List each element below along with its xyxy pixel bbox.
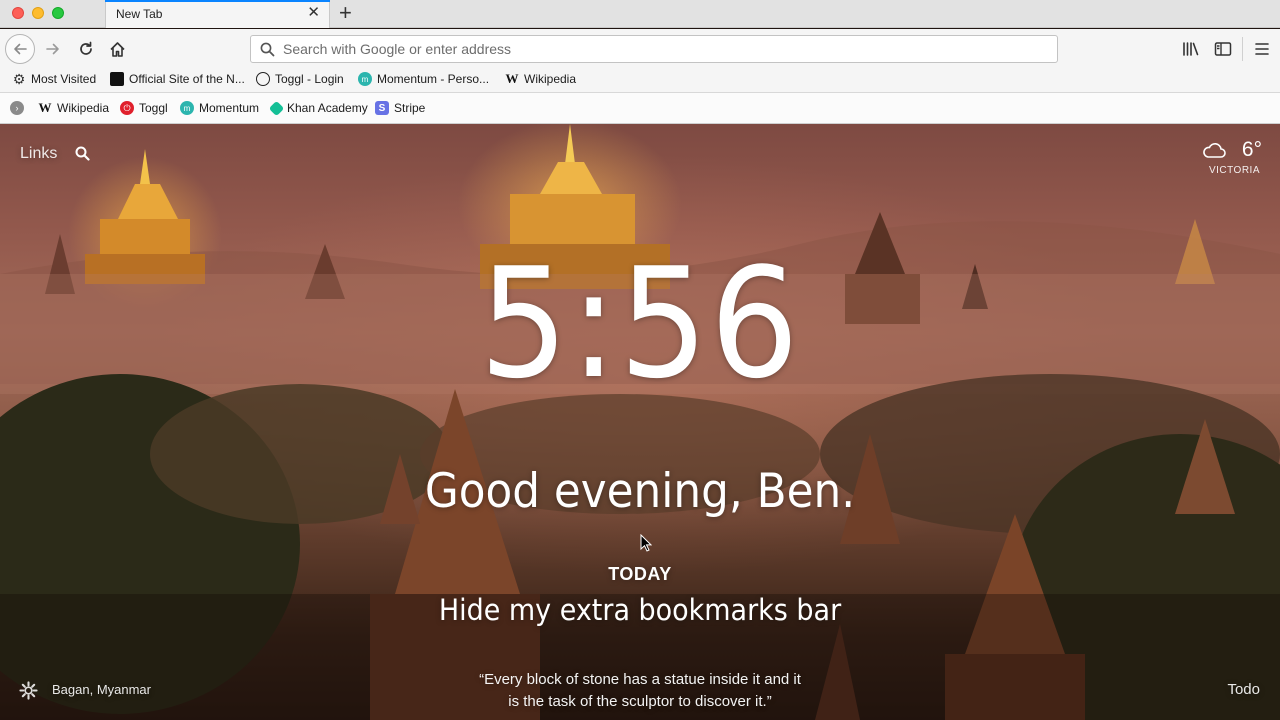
home-button[interactable] [102,34,132,64]
greeting: Good evening, Ben. [424,464,856,519]
library-button[interactable] [1181,39,1201,59]
gear-icon: ⚙ [12,70,26,87]
background-photo [0,124,1280,720]
daily-focus[interactable]: Hide my extra bookmarks bar [45,593,1235,627]
back-button[interactable] [5,34,35,64]
settings-gear-icon[interactable] [19,681,38,700]
search-icon [260,42,275,57]
weather-location: VICTORIA [1208,165,1260,176]
chevron-right-icon: › [10,101,24,115]
bookmark-most-visited[interactable]: ⚙ Most Visited [12,70,97,87]
library-icon [1183,42,1199,56]
menu-button[interactable] [1252,39,1272,59]
bookmark-wikipedia-2[interactable]: W Wikipedia [38,100,110,115]
bookmark-label: Wikipedia [524,72,577,86]
wikipedia-icon: W [38,100,52,115]
globe-icon [256,72,270,86]
nhl-icon [110,72,124,86]
toggl-icon: ⏻ [120,101,134,115]
quote-line: is the task of the sculptor to discover … [508,693,772,710]
todo-button[interactable]: Todo [1227,681,1260,698]
sidebar-button[interactable] [1213,39,1233,59]
extra-bookmarks-bar: › W Wikipedia ⏻ Toggl m Momentum Khan Ac… [0,92,1280,124]
tab-new-tab[interactable]: New Tab ✕ [105,0,330,28]
bookmark-khan-academy[interactable]: Khan Academy [268,100,368,116]
weather-temperature: 6° [1241,138,1262,161]
address-input[interactable] [283,39,1043,59]
links-button[interactable]: Links [20,145,57,163]
bookmark-label: Toggl - Login [275,72,344,86]
bookmark-label: Khan Academy [287,101,368,115]
bookmark-label: Stripe [394,101,426,115]
tab-title: New Tab [116,7,163,21]
bookmark-label: Momentum - Perso... [377,72,490,86]
cloud-icon [1203,143,1226,158]
address-bar[interactable] [250,35,1058,63]
bookmark-toggl[interactable]: ⏻ Toggl [120,101,168,115]
navigation-toolbar [0,29,1280,69]
momentum-icon: m [180,101,194,115]
today-label: TODAY [608,564,672,584]
bookmarks-toolbar: ⚙ Most Visited Official Site of the N...… [0,69,1280,92]
bookmark-label: Toggl [139,101,168,115]
bookmarks-overflow-button[interactable]: › [10,101,24,115]
khan-academy-icon [268,100,285,116]
mouse-cursor-icon [640,534,652,552]
reload-button[interactable] [71,34,101,64]
close-tab-icon[interactable]: ✕ [307,5,320,21]
quote-line: “Every block of stone has a statue insid… [479,671,801,688]
bookmark-label: Most Visited [31,72,97,86]
bookmark-label: Official Site of the N... [129,72,245,86]
close-window-button[interactable] [12,7,24,19]
clock: 5:56 [479,235,801,412]
bookmark-momentum[interactable]: m Momentum [180,101,259,115]
forward-arrow-icon [46,43,59,55]
stripe-icon: S [375,101,389,115]
momentum-icon: m [358,72,372,86]
minimize-window-button[interactable] [32,7,44,19]
new-tab-button[interactable]: + [339,1,352,25]
bookmark-stripe[interactable]: S Stripe [375,101,425,115]
search-icon[interactable] [75,146,90,161]
bookmark-official-site[interactable]: Official Site of the N... [110,72,245,86]
bookmark-label: Wikipedia [57,101,110,115]
home-icon [109,41,125,57]
bookmark-label: Momentum [199,101,260,115]
bookmark-wikipedia[interactable]: W Wikipedia [505,71,577,86]
reload-icon [80,41,92,55]
bookmark-toggl-login[interactable]: Toggl - Login [256,72,344,86]
tab-strip: New Tab ✕ + [0,0,1280,28]
zoom-window-button[interactable] [52,7,64,19]
hamburger-menu-icon [1255,43,1269,55]
weather-widget[interactable]: 6° VICTORIA [1182,138,1262,178]
forward-button[interactable] [38,34,68,64]
bookmark-momentum-personal[interactable]: m Momentum - Perso... [358,72,489,86]
quote: “Every block of stone has a statue insid… [0,669,1280,713]
back-arrow-icon [14,43,27,55]
sidebar-icon [1214,42,1232,56]
wikipedia-icon: W [505,71,519,86]
toolbar-divider [1242,37,1243,61]
momentum-dashboard: Links 6° VICTORIA 5:56 Good evening, Ben… [0,124,1280,720]
photo-location[interactable]: Bagan, Myanmar [52,682,151,697]
